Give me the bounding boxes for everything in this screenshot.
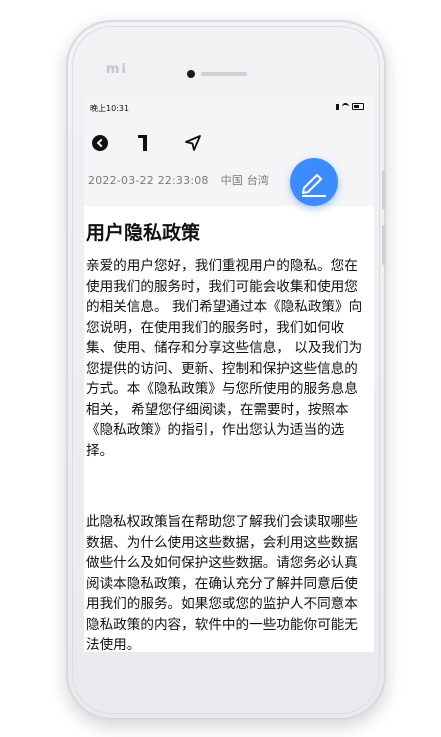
post-meta: 2022-03-22 22:33:08 中国 台湾: [88, 172, 269, 188]
document-title: 用户隐私政策: [86, 222, 201, 244]
status-bar: 晚上10:31: [90, 102, 368, 116]
screenshot-stage: mi 晚上10:31 2022-03-22 22:33:08 中国 台湾 用户隐…: [0, 0, 441, 737]
document-paragraph: 亲爱的用户您好，我们重视用户的隐私。您在使用我们的服务时，我们可能会收集和使用您…: [86, 258, 363, 459]
top-toolbar: [84, 126, 374, 158]
back-icon[interactable]: [92, 135, 108, 151]
edit-button[interactable]: [290, 158, 338, 206]
battery-icon: [352, 103, 364, 110]
signal-icon: [336, 103, 339, 110]
document-card: 用户隐私政策 亲爱的用户您好，我们重视用户的隐私。您在使用我们的服务时，我们可能…: [84, 206, 374, 652]
power-button: [382, 225, 386, 265]
document-paragraph: 此隐私权政策旨在帮助您了解我们会读取哪些数据、为什么使用这些数据，会利用这些数据…: [86, 514, 358, 652]
status-time: 晚上10:31: [90, 104, 130, 113]
brand-logo: mi: [106, 62, 129, 77]
volume-button: [382, 170, 386, 210]
app-screen: 晚上10:31 2022-03-22 22:33:08 中国 台湾 用户隐私政策 …: [84, 96, 374, 652]
edit-pencil-icon: [302, 174, 326, 197]
front-camera: [187, 70, 195, 78]
bookmark-icon[interactable]: [136, 135, 148, 151]
post-date: 2022-03-22 22:33:08: [88, 174, 209, 187]
status-icons: [336, 103, 364, 110]
share-icon[interactable]: [184, 134, 202, 152]
wifi-icon: [342, 103, 349, 110]
post-location: 中国 台湾: [220, 174, 270, 187]
earpiece-speaker: [201, 72, 247, 76]
